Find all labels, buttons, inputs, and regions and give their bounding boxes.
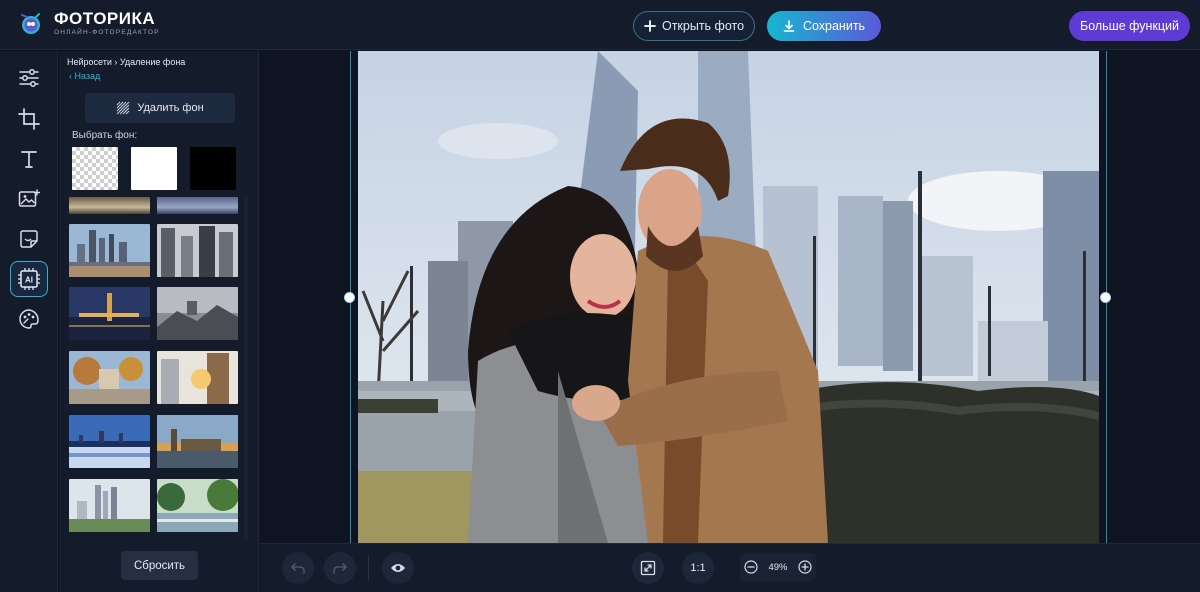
ai-label: AI (25, 276, 33, 285)
logo[interactable]: ФОТОРИКА ОНЛАЙН-ФОТОРЕДАКТОР (18, 10, 160, 36)
eye-icon (391, 564, 405, 572)
open-photo-button[interactable]: Открыть фото (633, 11, 755, 41)
preview-button[interactable] (382, 552, 414, 584)
tool-sidebar: AI (0, 51, 58, 592)
transparency-icon (116, 101, 130, 115)
background-removal-panel: Нейросети › Удаление фона ‹ Назад Удалит… (59, 51, 259, 592)
more-features-button[interactable]: Больше функций (1069, 11, 1190, 41)
swatch-transparent[interactable] (72, 147, 118, 190)
edited-photo[interactable] (358, 51, 1099, 543)
zoom-control: 49% (740, 553, 816, 581)
swatch-white[interactable] (131, 147, 177, 190)
actual-size-button[interactable]: 1:1 (682, 552, 714, 584)
text-icon (21, 151, 37, 168)
tool-ai[interactable]: AI (10, 261, 48, 297)
resize-handle-left[interactable] (344, 292, 355, 303)
bg-thumb-7[interactable] (69, 351, 150, 404)
bg-thumb-3[interactable] (69, 224, 150, 277)
swatch-black[interactable] (190, 147, 236, 190)
reset-button[interactable]: Сбросить (121, 551, 198, 580)
zoom-level: 49% (768, 561, 788, 573)
bg-thumb-5[interactable] (69, 287, 150, 340)
ai-chip-icon: AI (18, 268, 40, 290)
fit-screen-button[interactable] (632, 552, 664, 584)
bg-thumb-8[interactable] (157, 351, 238, 404)
bg-thumb-11[interactable] (69, 479, 150, 532)
undo-button[interactable] (282, 552, 314, 584)
undo-icon (291, 563, 305, 574)
tool-image[interactable] (10, 181, 48, 217)
remove-background-label: Удалить фон (137, 102, 204, 114)
resize-handle-right[interactable] (1100, 292, 1111, 303)
tool-stickers[interactable] (10, 221, 48, 257)
back-link[interactable]: ‹ Назад (69, 71, 100, 81)
palette-icon (19, 309, 39, 329)
logo-icon (21, 13, 40, 34)
zoom-out-icon[interactable] (744, 560, 758, 574)
bg-thumb-2[interactable] (157, 197, 238, 214)
choose-background-label: Выбрать фон: (72, 130, 138, 141)
redo-button[interactable] (324, 552, 356, 584)
app-subtitle: ОНЛАЙН-ФОТОРЕДАКТОР (54, 29, 160, 36)
open-photo-label: Открыть фото (661, 19, 745, 33)
app-title: ФОТОРИКА (54, 9, 156, 28)
bg-thumb-1[interactable] (69, 197, 150, 214)
tool-text[interactable] (10, 141, 48, 177)
tool-adjust[interactable] (10, 60, 48, 96)
bg-thumb-9[interactable] (69, 415, 150, 468)
breadcrumb: Нейросети › Удаление фона (67, 57, 186, 67)
zoom-in-icon[interactable] (798, 560, 812, 574)
save-button[interactable]: Сохранить (767, 11, 881, 41)
background-thumbnail-grid (69, 197, 249, 539)
bg-thumb-6[interactable] (157, 287, 238, 340)
actual-size-label: 1:1 (690, 562, 706, 574)
sliders-icon (19, 69, 39, 87)
tool-crop[interactable] (10, 101, 48, 137)
tool-effects[interactable] (10, 301, 48, 337)
bg-thumb-10[interactable] (157, 415, 238, 468)
plus-icon (644, 20, 656, 32)
bg-thumb-12[interactable] (157, 479, 238, 532)
bottom-divider (368, 555, 369, 581)
fit-screen-icon (640, 560, 656, 576)
bg-thumb-4[interactable] (157, 224, 238, 277)
remove-background-button[interactable]: Удалить фон (85, 93, 235, 123)
crop-icon (18, 108, 40, 130)
sticker-icon (20, 230, 38, 248)
top-bar: ФОТОРИКА ОНЛАЙН-ФОТОРЕДАКТОР Открыть фот… (0, 0, 1200, 50)
redo-icon (333, 563, 347, 574)
save-label: Сохранить (802, 19, 866, 33)
thumbnail-scrollbar[interactable] (244, 197, 248, 539)
image-add-icon (18, 189, 40, 207)
download-icon (783, 20, 795, 32)
